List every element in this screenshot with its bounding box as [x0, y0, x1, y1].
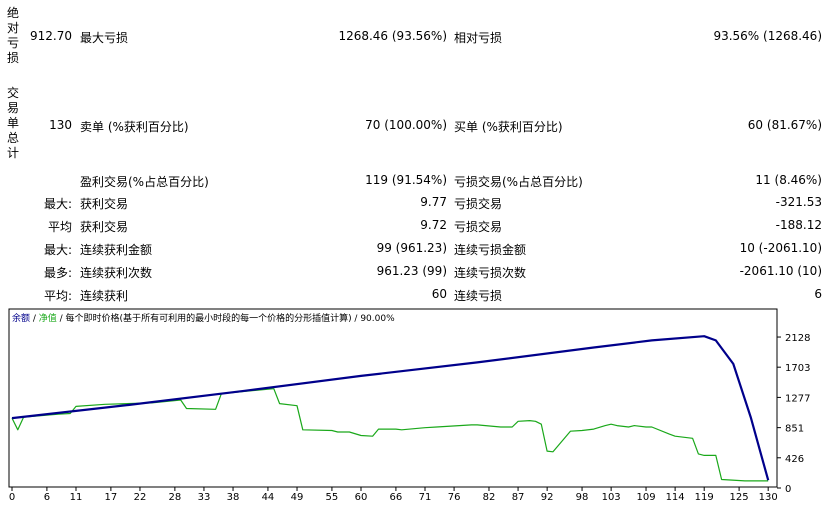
x-tick-label: 98	[576, 492, 589, 503]
plot-frame	[8, 308, 778, 488]
short-positions-label: 卖单 (%获利百分比)	[80, 120, 189, 134]
x-tick-label: 44	[262, 492, 275, 503]
chart-legend: 余额 / 净值 / 每个即时价格(基于所有可利用的最小时段的每一个价格的分形插值…	[12, 312, 395, 324]
x-tick-label: 28	[169, 492, 182, 503]
x-tick-label: 0	[9, 492, 15, 503]
stat-row-left-value: 60	[431, 287, 447, 301]
stat-row-left-label: 连续获利次数	[80, 266, 153, 280]
long-positions-label: 买单 (%获利百分比)	[454, 120, 563, 134]
x-tick-label: 11	[70, 492, 83, 503]
stat-row-right-label: 亏损交易	[454, 197, 503, 211]
x-tick-label: 38	[227, 492, 240, 503]
balance-equity-chart: 余额 / 净值 / 每个即时价格(基于所有可利用的最小时段的每一个价格的分形插值…	[8, 308, 836, 506]
stat-row-left-label: 连续获利	[80, 289, 129, 303]
stat-row-right-label: 连续亏损金额	[454, 243, 527, 257]
long-positions-value: 60 (81.67%)	[747, 118, 822, 132]
stat-row-left-value: 9.77	[420, 195, 447, 209]
stat-row-prefix: 最大:	[43, 243, 72, 257]
stat-row-right-value: -321.53	[775, 195, 822, 209]
stat-row-left-label: 获利交易	[80, 220, 129, 234]
y-tick-label: 1703	[785, 363, 810, 374]
stat-row-prefix: 平均:	[43, 289, 72, 303]
x-tick-label: 76	[448, 492, 461, 503]
max-drawdown-value: 1268.46 (93.56%)	[338, 29, 447, 43]
relative-drawdown-label: 相对亏损	[454, 31, 503, 45]
x-tick-label: 60	[355, 492, 368, 503]
y-tick-label: 426	[785, 454, 804, 465]
x-tick-label: 130	[759, 492, 778, 503]
y-tick-label: 2128	[785, 333, 810, 344]
relative-drawdown-value: 93.56% (1268.46)	[713, 29, 822, 43]
x-tick-label: 71	[419, 492, 432, 503]
stat-row-right-value: 6	[814, 287, 822, 301]
stat-row-left-value: 961.23 (99)	[376, 264, 447, 278]
x-tick-label: 82	[483, 492, 496, 503]
x-tick-label: 6	[44, 492, 50, 503]
profit-trades-label: 盈利交易(%占总百分比)	[80, 175, 209, 189]
total-trades-value: 130	[49, 118, 72, 132]
stat-row-left-value: 9.72	[420, 218, 447, 232]
stat-row-right-label: 连续亏损	[454, 289, 503, 303]
y-tick-label: 0	[785, 484, 791, 495]
loss-trades-label: 亏损交易(%占总百分比)	[454, 175, 583, 189]
x-tick-label: 66	[390, 492, 403, 503]
y-tick-label: 851	[785, 424, 804, 435]
max-drawdown-label: 最大亏损	[80, 31, 129, 45]
stat-row-left-value: 99 (961.23)	[376, 241, 447, 255]
stat-row-left-label: 连续获利金额	[80, 243, 153, 257]
y-tick-label: 1277	[785, 393, 810, 404]
stat-row-right-value: 10 (-2061.10)	[739, 241, 822, 255]
loss-trades-value: 11 (8.46%)	[755, 173, 822, 187]
x-tick-label: 33	[198, 492, 211, 503]
x-tick-label: 17	[105, 492, 118, 503]
x-tick-label: 103	[602, 492, 621, 503]
x-tick-label: 119	[695, 492, 714, 503]
x-tick-label: 114	[666, 492, 685, 503]
short-positions-value: 70 (100.00%)	[365, 118, 447, 132]
drawdown-side-label: 绝对亏损	[6, 6, 19, 65]
stat-row-right-value: -2061.10 (10)	[739, 264, 822, 278]
stat-row-prefix: 最大:	[43, 197, 72, 211]
profit-trades-value: 119 (91.54%)	[365, 173, 447, 187]
stat-row-right-label: 连续亏损次数	[454, 266, 527, 280]
stat-row-left-label: 获利交易	[80, 197, 129, 211]
absolute-drawdown-value: 912.70	[30, 29, 72, 43]
trades-side-label: 交易单总计	[6, 86, 19, 160]
x-tick-label: 49	[291, 492, 304, 503]
chart-svg: 余额 / 净值 / 每个即时价格(基于所有可利用的最小时段的每一个价格的分形插值…	[8, 308, 810, 503]
stat-row-prefix: 平均	[47, 220, 72, 234]
stat-row-right-value: -188.12	[775, 218, 822, 232]
x-tick-label: 55	[326, 492, 339, 503]
x-tick-label: 109	[636, 492, 655, 503]
x-tick-label: 87	[512, 492, 525, 503]
stat-row-prefix: 最多:	[43, 266, 72, 280]
x-tick-label: 22	[134, 492, 147, 503]
x-tick-label: 92	[541, 492, 554, 503]
stat-row-right-label: 亏损交易	[454, 220, 503, 234]
x-tick-label: 125	[730, 492, 749, 503]
